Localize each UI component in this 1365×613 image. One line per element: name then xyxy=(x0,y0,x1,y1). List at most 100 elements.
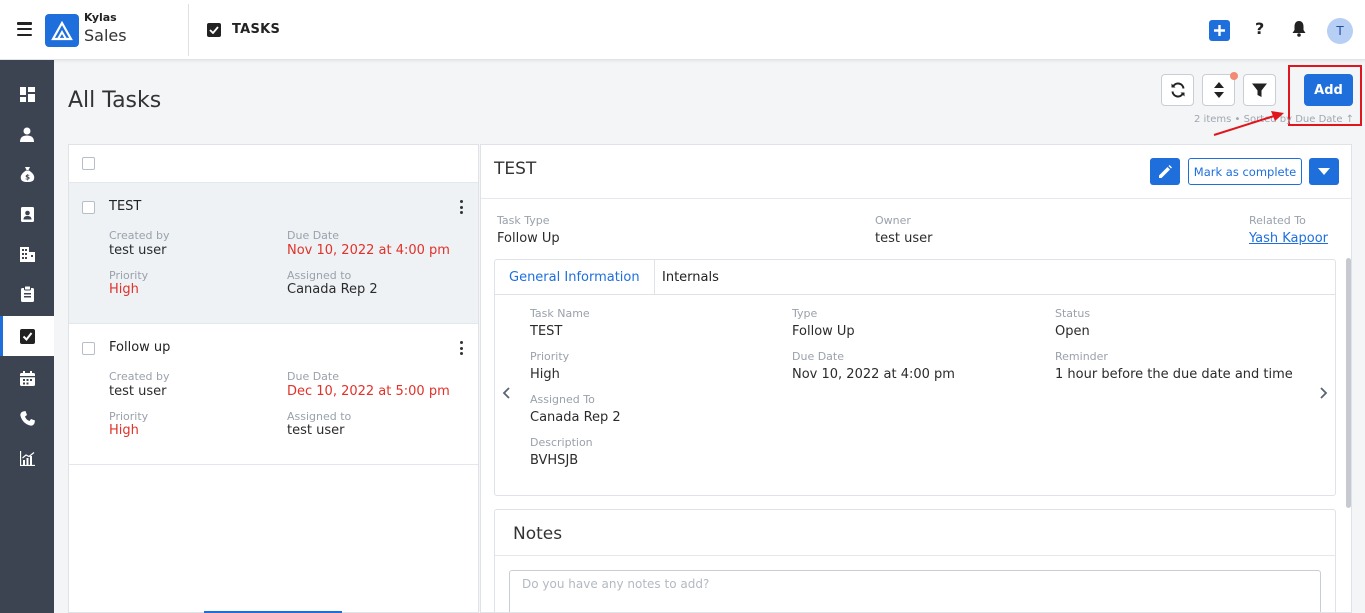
related-to-link[interactable]: Yash Kapoor xyxy=(1249,231,1328,246)
brand-line1: Kylas xyxy=(84,11,117,24)
notes-input[interactable] xyxy=(509,570,1321,612)
brand-name: Kylas Sales xyxy=(84,11,127,47)
pencil-icon xyxy=(1159,164,1172,178)
created-by-label: Created by xyxy=(109,229,170,242)
assigned-to-value: Canada Rep 2 xyxy=(287,282,378,297)
prev-arrow-icon[interactable] xyxy=(500,386,512,400)
priority-label: Priority xyxy=(109,410,149,423)
assigned-to-label: Assigned to xyxy=(287,410,352,423)
created-by-label: Created by xyxy=(109,370,170,383)
user-icon xyxy=(20,127,34,142)
description-label: Description xyxy=(530,436,593,449)
module-title: TASKS xyxy=(232,22,281,37)
refresh-icon xyxy=(1171,82,1184,98)
priority-value: High xyxy=(109,282,139,297)
task-title[interactable]: Follow up xyxy=(109,340,170,355)
sort-button[interactable] xyxy=(1202,74,1235,106)
owner-value: test user xyxy=(875,231,933,246)
task-type-value: Follow Up xyxy=(497,231,560,246)
sidebar-item-leads[interactable] xyxy=(0,114,54,154)
help-icon[interactable]: ? xyxy=(1255,19,1264,38)
list-header xyxy=(69,145,478,183)
calendar-icon xyxy=(19,370,35,386)
next-arrow-icon[interactable] xyxy=(1318,386,1330,400)
tab-general-information[interactable]: General Information xyxy=(495,260,655,295)
tab-internals[interactable]: Internals xyxy=(648,260,733,295)
sidebar-item-contacts[interactable] xyxy=(0,194,54,234)
assigned-to-value: Canada Rep 2 xyxy=(530,410,621,425)
detail-tabs: General Information Internals xyxy=(495,260,1335,295)
sidebar-item-reports[interactable] xyxy=(0,438,54,478)
mark-complete-button[interactable]: Mark as complete xyxy=(1188,158,1302,185)
building-icon xyxy=(19,246,35,262)
due-date-value: Dec 10, 2022 at 5:00 pm xyxy=(287,384,450,399)
user-avatar[interactable]: T xyxy=(1327,18,1353,44)
task-list-item[interactable]: Follow up Created by test user Due Date … xyxy=(69,324,478,465)
svg-text:$: $ xyxy=(25,174,30,182)
module-header: TASKS xyxy=(207,22,280,37)
kylas-logo-icon[interactable] xyxy=(45,14,79,47)
due-date-label: Due Date xyxy=(287,370,339,383)
general-info-card: General Information Internals Task Name … xyxy=(494,259,1336,496)
actions-dropdown-button[interactable] xyxy=(1309,158,1339,185)
detail-divider xyxy=(481,198,1351,199)
priority-label: Priority xyxy=(530,350,570,363)
sort-indicator-dot xyxy=(1230,72,1238,80)
quick-add-button[interactable] xyxy=(1209,20,1230,41)
report-chart-icon xyxy=(19,450,35,466)
detail-title: TEST xyxy=(494,159,537,179)
edit-button[interactable] xyxy=(1150,158,1180,185)
task-select-checkbox[interactable] xyxy=(82,201,95,214)
more-options-icon[interactable] xyxy=(456,199,466,215)
task-select-checkbox[interactable] xyxy=(82,342,95,355)
filter-button[interactable] xyxy=(1243,74,1276,106)
notification-bell-icon[interactable] xyxy=(1291,20,1307,41)
notes-title: Notes xyxy=(513,524,563,544)
related-to-label: Related To xyxy=(1249,214,1306,227)
reminder-value: 1 hour before the due date and time xyxy=(1055,367,1293,382)
refresh-button[interactable] xyxy=(1161,74,1194,106)
sidebar-item-deals[interactable]: $ xyxy=(0,154,54,194)
filter-icon xyxy=(1252,83,1267,97)
select-all-checkbox[interactable] xyxy=(82,157,95,170)
sort-icon xyxy=(1213,82,1224,98)
created-by-value: test user xyxy=(109,384,167,399)
task-list-panel: TEST Created by test user Due Date Nov 1… xyxy=(68,144,479,613)
notes-divider xyxy=(495,555,1335,556)
due-date-label: Due Date xyxy=(287,229,339,242)
status-label: Status xyxy=(1055,307,1091,320)
sidebar-item-calls[interactable] xyxy=(0,398,54,438)
more-options-icon[interactable] xyxy=(456,340,466,356)
priority-value: High xyxy=(530,367,560,382)
notes-card: Notes xyxy=(494,509,1336,612)
phone-icon xyxy=(19,410,35,426)
caret-down-icon xyxy=(1318,168,1330,175)
task-title[interactable]: TEST xyxy=(109,199,141,214)
assigned-to-label: Assigned To xyxy=(530,393,595,406)
tasks-checkbox-icon xyxy=(207,22,221,37)
sidebar-item-tasks[interactable] xyxy=(0,316,54,356)
task-detail-panel: TEST Mark as complete Task Type Follow U… xyxy=(480,144,1352,613)
task-type-label: Task Type xyxy=(497,214,550,227)
due-date-value: Nov 10, 2022 at 4:00 pm xyxy=(287,243,450,258)
reminder-label: Reminder xyxy=(1055,350,1108,363)
sidebar-item-dashboard[interactable] xyxy=(0,74,54,114)
task-checkbox-icon xyxy=(19,328,35,344)
add-task-button[interactable]: Add xyxy=(1304,74,1353,106)
description-value: BVHSJB xyxy=(530,453,579,468)
task-name-value: TEST xyxy=(530,324,563,339)
task-list-item[interactable]: TEST Created by test user Due Date Nov 1… xyxy=(69,183,478,324)
task-name-label: Task Name xyxy=(530,307,590,320)
detail-scrollbar[interactable] xyxy=(1346,258,1351,508)
money-bag-icon: $ xyxy=(20,167,34,182)
dashboard-icon xyxy=(19,86,35,102)
type-value: Follow Up xyxy=(792,324,855,339)
sidebar-item-calendar[interactable] xyxy=(0,358,54,398)
clipboard-icon xyxy=(20,286,34,302)
sidebar-item-companies[interactable] xyxy=(0,234,54,274)
due-date-value: Nov 10, 2022 at 4:00 pm xyxy=(792,367,955,382)
sidebar-item-clipboard[interactable] xyxy=(0,274,54,314)
due-date-label: Due Date xyxy=(792,350,844,363)
contact-card-icon xyxy=(20,206,34,222)
menu-icon[interactable] xyxy=(17,22,32,36)
